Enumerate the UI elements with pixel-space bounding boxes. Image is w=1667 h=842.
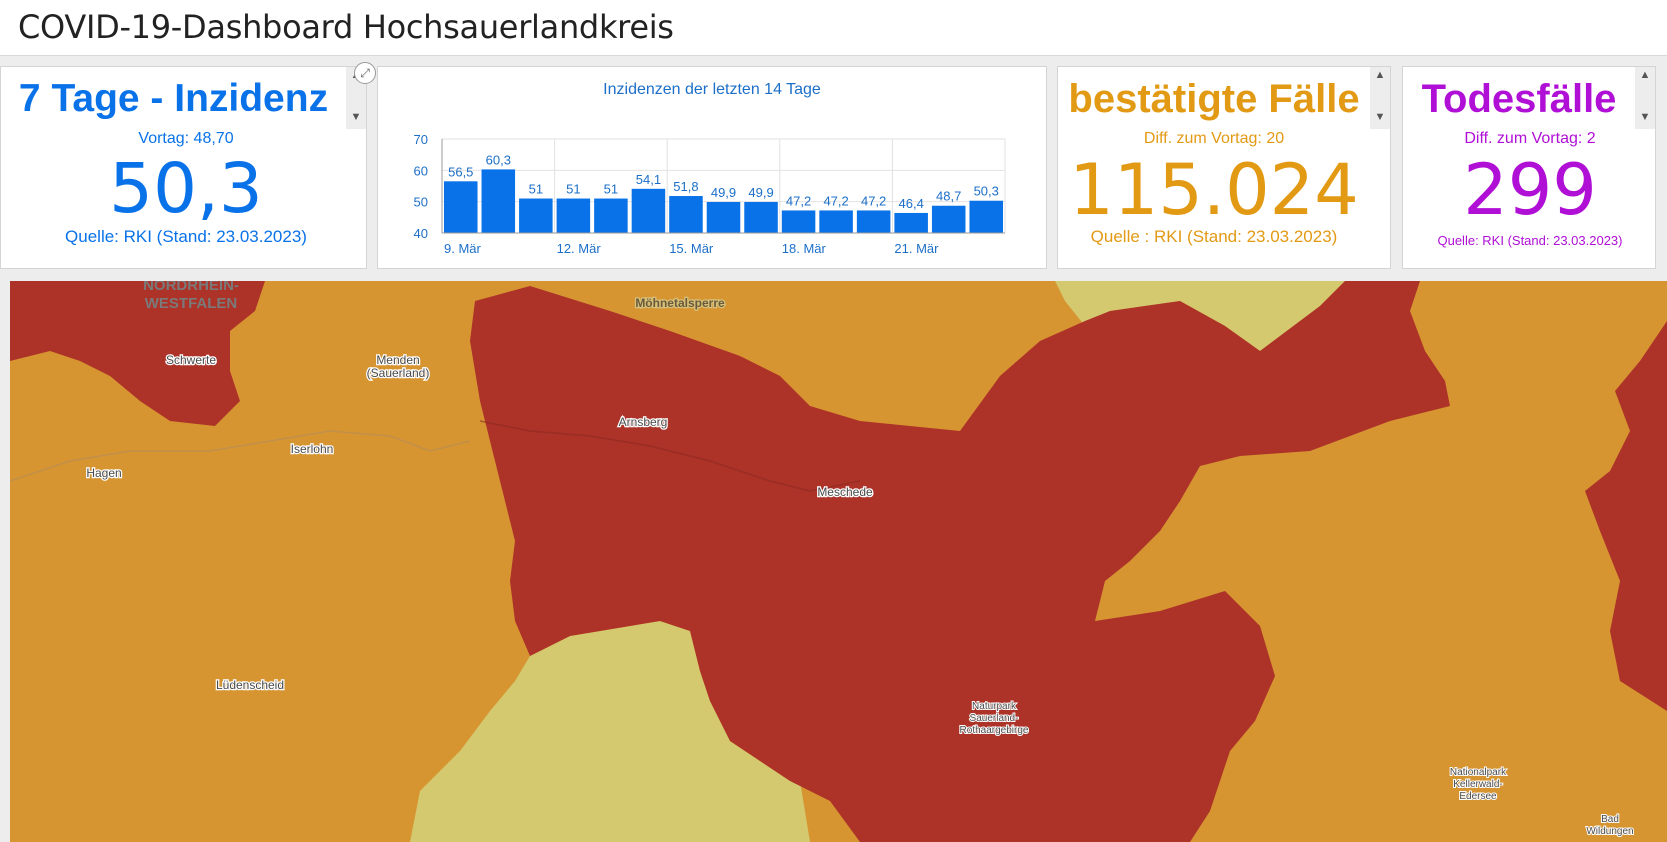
page-title: COVID-19-Dashboard Hochsauerlandkreis	[18, 8, 674, 46]
district-map[interactable]: NORDRHEIN- WESTFALEN Möhnetalsperre Schw…	[10, 281, 1667, 842]
chart-bar	[894, 212, 928, 233]
map-label-naturpark: Rothaargebirge	[960, 725, 1029, 736]
chart-data-label: 50,3	[974, 184, 999, 199]
scroll-down-icon[interactable]: ▼	[1370, 111, 1390, 123]
incidence-prev: Vortag: 48,70	[138, 130, 234, 147]
incidence-title: 7 Tage - Inzidenz	[18, 77, 329, 120]
map-label-bad-wildungen: Wildungen	[1586, 826, 1633, 837]
incidence-source: Quelle: RKI (Stand: 23.03.2023)	[65, 227, 307, 246]
chart-y-tick: 40	[414, 226, 428, 241]
map-label-menden: Menden	[376, 353, 419, 367]
map-label-nrw: WESTFALEN	[145, 295, 238, 312]
chart-data-label: 46,4	[899, 196, 924, 211]
deaths-panel: Todesfälle Diff. zum Vortag: 2 299 Quell…	[1402, 66, 1656, 269]
deaths-source: Quelle: RKI (Stand: 23.03.2023)	[1437, 233, 1623, 248]
expand-icon[interactable]: ⤢	[354, 62, 376, 84]
incidence-panel: 7 Tage - Inzidenz Vortag: 48,70 50,3 Que…	[0, 66, 367, 269]
chart-bar	[819, 210, 853, 233]
chart-x-tick: 15. Mär	[669, 241, 714, 256]
map-label-menden: (Sauerland)	[367, 366, 430, 380]
map-label-nationalpark: Nationalpark	[1450, 767, 1507, 778]
incidence-chart: 40 50 60 70 9. Mär 12. Mär 15. Mär 18. Mär 21. M…	[414, 132, 1006, 256]
chart-data-label: 47,2	[823, 193, 848, 208]
map-label-hagen: Hagen	[86, 466, 121, 480]
chart-data-label: 47,2	[786, 193, 811, 208]
chart-data-label: 60,3	[486, 152, 511, 167]
map-label-bad-wildungen: Bad	[1601, 814, 1619, 825]
chart-bar	[744, 201, 778, 233]
chart-x-tick: 21. Mär	[894, 241, 939, 256]
chart-y-tick: 50	[414, 195, 428, 210]
map-label-naturpark: Naturpark	[972, 701, 1017, 712]
chart-y-tick: 70	[414, 132, 428, 147]
scroll-up-icon[interactable]: ▲	[1635, 69, 1655, 81]
deaths-value: 299	[1463, 149, 1597, 231]
chart-data-label: 47,2	[861, 193, 886, 208]
chart-bar	[669, 196, 703, 233]
chart-data-label: 48,7	[936, 189, 961, 204]
chart-bar	[969, 200, 1003, 233]
chart-bar	[631, 188, 666, 233]
chart-data-label: 56,5	[448, 164, 473, 179]
cases-scrollbar[interactable]: ▲ ▼	[1370, 67, 1390, 129]
chart-data-label: 54,1	[636, 172, 661, 187]
map-label-nationalpark: Kellerwald-	[1453, 779, 1502, 790]
chart-bar	[444, 181, 478, 233]
chart-bar	[781, 210, 816, 233]
chart-panel: Inzidenzen der letzten 14 Tage 40 50 60 70 9…	[377, 66, 1047, 269]
chart-data-label: 51	[529, 182, 543, 197]
chart-x-tick: 9. Mär	[444, 241, 482, 256]
map-label-nationalpark: Edersee	[1459, 791, 1497, 802]
deaths-diff: Diff. zum Vortag: 2	[1464, 130, 1596, 147]
scroll-down-icon[interactable]: ▼	[1635, 111, 1655, 123]
map-label-schwerte: Schwerte	[166, 353, 216, 367]
map-label-nrw: NORDRHEIN-	[143, 281, 239, 294]
app-header: COVID-19-Dashboard Hochsauerlandkreis	[0, 0, 1667, 56]
map-label-iserlohn: Iserlohn	[291, 442, 334, 456]
incidence-value: 50,3	[109, 149, 263, 229]
map-label-moehne: Möhnetalsperre	[635, 296, 725, 310]
chart-x-tick: 12. Mär	[557, 241, 602, 256]
cases-diff: Diff. zum Vortag: 20	[1143, 130, 1285, 147]
scroll-up-icon[interactable]: ▲	[1370, 69, 1390, 81]
map-label-meschede: Meschede	[817, 485, 873, 499]
map-label-luedenscheid: Lüdenscheid	[216, 678, 284, 692]
chart-data-label: 51,8	[673, 179, 698, 194]
chart-data-label: 49,9	[711, 185, 736, 200]
cases-panel: bestätigte Fälle Diff. zum Vortag: 20 11…	[1057, 66, 1391, 269]
map-label-arnsberg: Arnsberg	[619, 415, 668, 429]
deaths-title: Todesfälle	[1421, 77, 1617, 121]
chart-data-label: 51	[604, 182, 618, 197]
deaths-scrollbar[interactable]: ▲ ▼	[1635, 67, 1655, 129]
chart-bar	[556, 198, 591, 233]
chart-bar	[594, 198, 628, 233]
scroll-down-icon[interactable]: ▼	[346, 111, 366, 123]
chart-bar	[706, 201, 741, 233]
map-label-naturpark: Sauerland-	[970, 713, 1019, 724]
chart-y-tick: 60	[414, 163, 428, 178]
cases-source: Quelle : RKI (Stand: 23.03.2023)	[1090, 227, 1338, 246]
chart-bar	[931, 205, 966, 233]
chart-bar	[856, 210, 891, 233]
chart-bar	[481, 169, 516, 233]
cases-value: 115.024	[1069, 149, 1359, 231]
chart-bar	[519, 198, 553, 233]
cases-title: bestätigte Fälle	[1068, 77, 1360, 121]
chart-x-tick: 18. Mär	[782, 241, 827, 256]
chart-data-label: 49,9	[748, 185, 773, 200]
chart-data-label: 51	[566, 182, 580, 197]
